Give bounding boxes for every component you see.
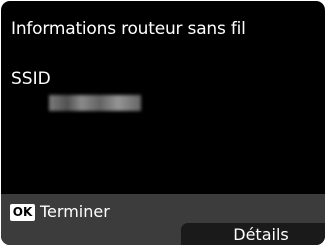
printer-lcd-screen: Informations routeur sans fil SSID OK Te…: [1, 1, 325, 245]
ok-action-label: Terminer: [40, 202, 110, 221]
details-button-label: Détails: [233, 225, 289, 244]
ssid-label: SSID: [11, 69, 51, 89]
ssid-value-blurred: [49, 95, 141, 111]
ok-key-icon[interactable]: OK: [10, 204, 35, 221]
screen-title: Informations routeur sans fil: [11, 19, 246, 39]
details-button[interactable]: Détails: [181, 223, 325, 245]
